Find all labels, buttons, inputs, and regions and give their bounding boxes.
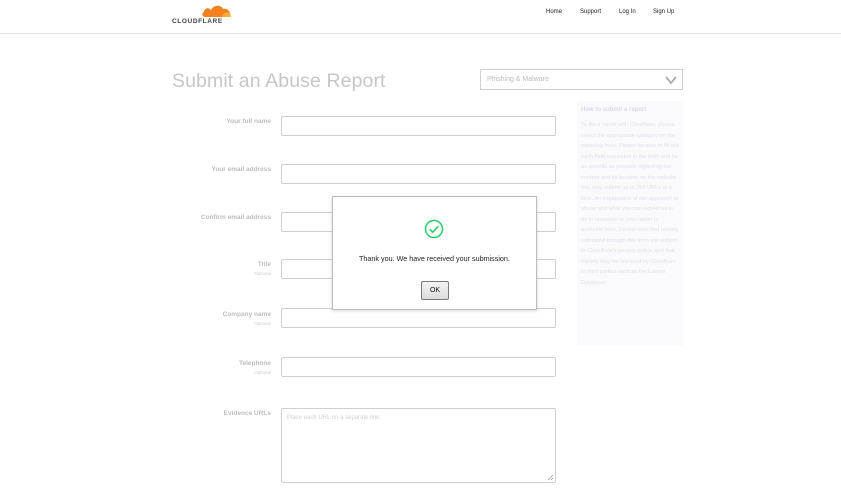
chevron-down-icon [665, 76, 677, 85]
confirm-email-label: Confirm email address [200, 214, 271, 221]
report-category-select[interactable]: Phishing & Malware [480, 69, 683, 90]
company-optional-note: Optional [254, 321, 271, 326]
evidence-urls-textarea[interactable]: Place each URL on a separate line. [281, 408, 556, 483]
cloud-icon [202, 5, 231, 18]
evidence-urls-label: Evidence URLs [223, 410, 271, 417]
nav-home-link[interactable]: Home [546, 9, 562, 15]
check-circle-icon [424, 219, 444, 239]
full-name-input[interactable] [281, 116, 556, 136]
help-body: To file a report with Cloudflare, please… [581, 122, 679, 286]
title-label: Title [257, 261, 271, 268]
evidence-urls-placeholder: Place each URL on a separate line. [287, 415, 382, 421]
company-label: Company name [222, 311, 271, 318]
telephone-optional-note: Optional [254, 370, 271, 375]
telephone-input[interactable] [281, 357, 556, 377]
category-selected-value: Phishing & Malware [487, 76, 549, 83]
nav-support-link[interactable]: Support [580, 9, 601, 15]
full-name-label: Your full name [226, 118, 271, 125]
cloudflare-logo[interactable]: CLOUDFLARE [172, 3, 234, 25]
site-header: CLOUDFLARE Home Support Log In Sign Up [0, 0, 841, 34]
email-input[interactable] [281, 164, 556, 184]
page-title: Submit an Abuse Report [172, 70, 386, 92]
company-input[interactable] [281, 308, 556, 328]
email-label: Your email address [211, 166, 272, 173]
telephone-label: Telephone [238, 360, 271, 367]
nav-signup-link[interactable]: Sign Up [653, 9, 674, 15]
ok-button[interactable]: OK [421, 281, 449, 300]
help-title: How to submit a report [581, 107, 647, 113]
nav-login-link[interactable]: Log In [619, 9, 636, 15]
title-optional-note: Optional [254, 271, 271, 276]
confirmation-message: Thank you. We have received your submiss… [359, 254, 510, 263]
resize-handle-icon[interactable] [547, 474, 554, 481]
logo-text: CLOUDFLARE [172, 18, 223, 25]
submission-confirmation-dialog: Thank you. We have received your submiss… [332, 196, 537, 310]
help-sidebar: How to submit a report To file a report … [577, 101, 683, 346]
